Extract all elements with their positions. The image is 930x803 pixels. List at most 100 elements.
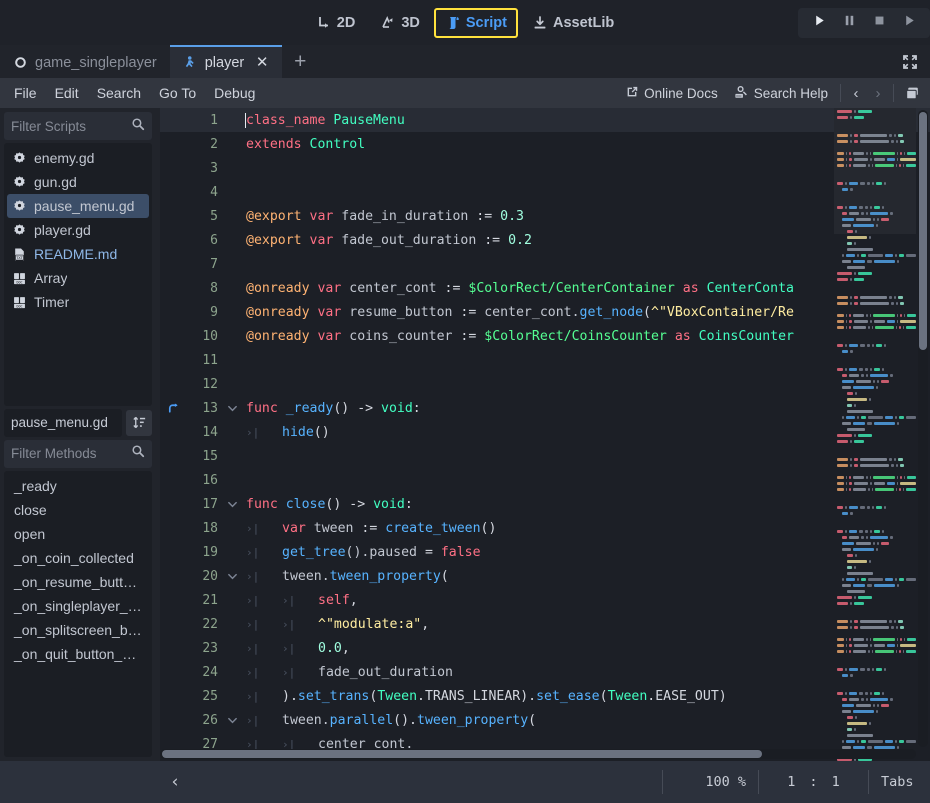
methods-list[interactable]: _readycloseopen_on_coin_collected_on_res… [4, 471, 152, 758]
code-line[interactable]: 14›|hide() [160, 420, 930, 444]
code-line[interactable]: 13func _ready() -> void: [160, 396, 930, 420]
code-line[interactable]: 2extends Control [160, 132, 930, 156]
code-line[interactable]: 25›|).set_trans(Tween.TRANS_LINEAR).set_… [160, 684, 930, 708]
sort-icon[interactable] [126, 410, 152, 436]
editor-mode-assetlib[interactable]: AssetLib [521, 8, 625, 38]
method-list-item[interactable]: _on_resume_butt… [4, 570, 152, 594]
new-tab-button[interactable]: + [282, 45, 318, 78]
script-tab-player[interactable]: player✕ [170, 45, 283, 78]
fold-arrow-icon[interactable] [224, 499, 240, 510]
code-line[interactable]: 4 [160, 180, 930, 204]
line-number: 14 [186, 425, 224, 440]
script-list-item-label: enemy.gd [34, 150, 94, 166]
editor-mode-2d[interactable]: 2D [305, 8, 367, 38]
menu-go-to[interactable]: Go To [150, 81, 205, 105]
playback-controls [798, 8, 930, 38]
online-docs-button[interactable]: Online Docs [617, 81, 726, 106]
method-list-item[interactable]: _on_quit_button_… [4, 642, 152, 666]
editor-mode-3d[interactable]: 3D [369, 8, 431, 38]
code-line[interactable]: 16 [160, 468, 930, 492]
indentation-mode[interactable]: Tabs [868, 770, 930, 794]
pause-button[interactable] [834, 8, 864, 38]
code-line[interactable]: 10@onready var coins_counter := $ColorRe… [160, 324, 930, 348]
history-back-button[interactable]: ‹ [845, 85, 867, 102]
close-icon[interactable]: ✕ [255, 55, 269, 70]
horizontal-scrollbar-thumb[interactable] [162, 750, 762, 758]
code-line-text: ›|›|0.0, [240, 641, 350, 656]
svg-text:DOC: DOC [736, 94, 742, 98]
bookmark-icon[interactable] [160, 402, 186, 415]
filter-scripts-box[interactable] [4, 112, 152, 140]
code-editor[interactable]: 1class_name PauseMenu2extends Control345… [160, 108, 930, 761]
code-line[interactable]: 5@export var fade_in_duration := 0.3 [160, 204, 930, 228]
code-line[interactable]: 21›|›|self, [160, 588, 930, 612]
history-forward-button[interactable]: › [867, 85, 889, 102]
code-line[interactable]: 12 [160, 372, 930, 396]
code-line[interactable]: 9@onready var resume_button := center_co… [160, 300, 930, 324]
script-list-item-README-md[interactable]: TXTREADME.md [4, 242, 152, 266]
menu-debug[interactable]: Debug [205, 81, 264, 105]
scripts-list[interactable]: enemy.gd gun.gdpause_menu.gdplayer.gdTXTR… [4, 143, 152, 406]
code-line[interactable]: 24›|›|fade_out_duration [160, 660, 930, 684]
code-line[interactable]: 8@onready var center_cont := $ColorRect/… [160, 276, 930, 300]
fold-arrow-icon[interactable] [224, 571, 240, 582]
code-line[interactable]: 20›|tween.tween_property( [160, 564, 930, 588]
cursor-column: 1 [832, 774, 840, 790]
code-line[interactable]: 11 [160, 348, 930, 372]
script-tab-game_singleplayer[interactable]: game_singleplayer [0, 45, 170, 78]
code-line-text: ›|›|self, [240, 593, 358, 608]
script-list-item-gun-gd[interactable]: gun.gd [4, 170, 152, 194]
vertical-scrollbar[interactable] [918, 110, 928, 747]
code-line-text: class_name PauseMenu [240, 113, 405, 128]
menu-search[interactable]: Search [88, 81, 150, 105]
search-help-button[interactable]: DOC Search Help [726, 80, 836, 106]
script-list-item-player-gd[interactable]: player.gd [4, 218, 152, 242]
play-button[interactable] [804, 8, 834, 38]
zoom-level[interactable]: 100 % [662, 770, 758, 794]
fold-arrow-icon[interactable] [224, 403, 240, 414]
method-list-item[interactable]: _on_singleplayer_… [4, 594, 152, 618]
script-list-item-Timer[interactable]: DOCTimer [4, 290, 152, 314]
method-list-item[interactable]: _on_coin_collected [4, 546, 152, 570]
code-line[interactable]: 3 [160, 156, 930, 180]
script-list-item-enemy-gd[interactable]: enemy.gd [4, 146, 152, 170]
fullscreen-icon[interactable] [896, 48, 924, 76]
code-line-text: func close() -> void: [240, 497, 413, 512]
script-list-item-pause_menu-gd[interactable]: pause_menu.gd [7, 194, 149, 218]
code-line[interactable]: 17func close() -> void: [160, 492, 930, 516]
filter-methods-input[interactable] [11, 446, 127, 461]
method-list-item[interactable]: open [4, 522, 152, 546]
code-line[interactable]: 6@export var fade_out_duration := 0.2 [160, 228, 930, 252]
code-line[interactable]: 26›|tween.parallel().tween_property( [160, 708, 930, 732]
method-list-item[interactable]: close [4, 498, 152, 522]
cursor-position[interactable]: 1 : 1 [758, 770, 868, 794]
code-line[interactable]: 15 [160, 444, 930, 468]
line-number: 20 [186, 569, 224, 584]
method-list-item[interactable]: _on_splitscreen_b… [4, 618, 152, 642]
vertical-scrollbar-thumb[interactable] [919, 112, 927, 350]
toggle-panel-button[interactable]: ‹ [164, 772, 186, 792]
code-lines[interactable]: 1class_name PauseMenu2extends Control345… [160, 108, 930, 756]
menu-file[interactable]: File [5, 81, 46, 105]
menu-bar-right-actions: Online Docs DOC Search Help ‹ › [617, 78, 930, 108]
filter-methods-box[interactable] [4, 440, 152, 468]
horizontal-scrollbar[interactable] [160, 749, 916, 759]
code-line[interactable]: 18›|var tween := create_tween() [160, 516, 930, 540]
code-line[interactable]: 23›|›|0.0, [160, 636, 930, 660]
stop-button[interactable] [864, 8, 894, 38]
method-list-item[interactable]: _ready [4, 474, 152, 498]
menu-edit[interactable]: Edit [46, 81, 88, 105]
editor-mode-script[interactable]: Script [434, 8, 518, 38]
script-list-menu-button[interactable] [898, 79, 926, 107]
fold-arrow-icon[interactable] [224, 715, 240, 726]
pause-icon [842, 13, 857, 33]
play-custom-scene-button[interactable] [894, 8, 924, 38]
code-line[interactable]: 22›|›|^"modulate:a", [160, 612, 930, 636]
code-line[interactable]: 7 [160, 252, 930, 276]
editor-status-bar: ‹ 100 % 1 : 1 Tabs [0, 761, 930, 803]
filter-scripts-input[interactable] [11, 119, 127, 134]
line-number: 10 [186, 329, 224, 344]
script-list-item-Array[interactable]: DOCArray [4, 266, 152, 290]
code-line[interactable]: 1class_name PauseMenu [160, 108, 930, 132]
code-line[interactable]: 19›|get_tree().paused = false [160, 540, 930, 564]
